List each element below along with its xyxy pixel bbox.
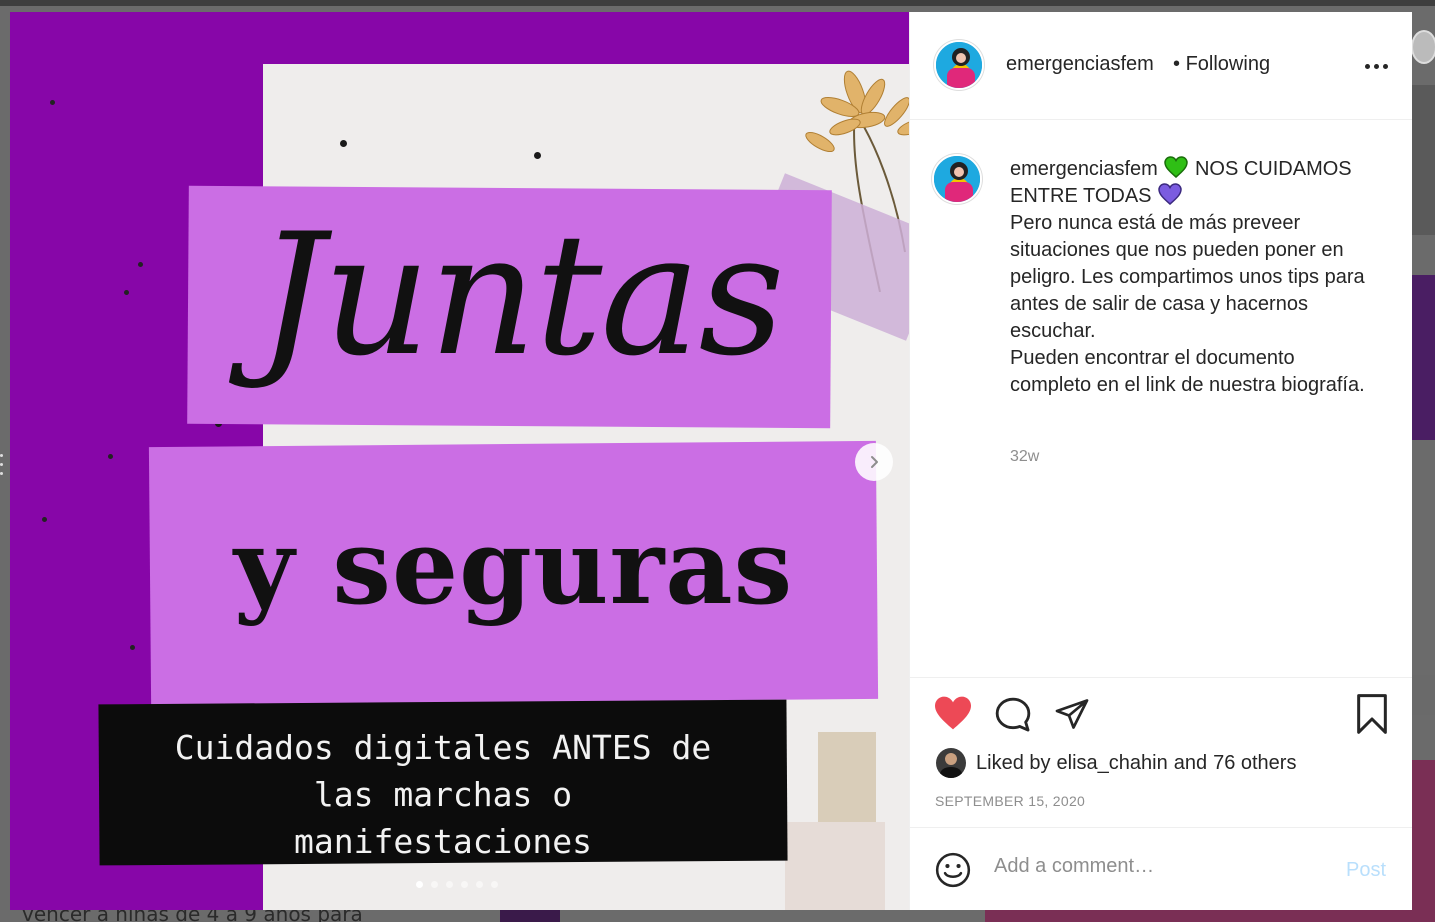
- post-side-panel: emergenciasfem • Following emergenciasfe…: [909, 12, 1412, 910]
- decor-dot: [138, 262, 143, 267]
- decor-dot: [340, 140, 347, 147]
- next-image-button[interactable]: [855, 443, 893, 481]
- share-icon[interactable]: [1053, 696, 1091, 732]
- liked-by-user-link[interactable]: elisa_chahin: [1057, 752, 1168, 775]
- caption-body: Pueden encontrar el documento completo e…: [1010, 347, 1365, 396]
- comment-bar: Post: [910, 829, 1412, 910]
- likes-summary: Liked by elisa_chahin and 76 others: [936, 748, 1296, 778]
- post-time-ago[interactable]: 32w: [1010, 448, 1039, 466]
- image-title-line1: Juntas: [257, 197, 785, 393]
- comment-icon[interactable]: [994, 696, 1032, 734]
- following-label: Following: [1185, 53, 1271, 75]
- follow-separator: •: [1173, 53, 1181, 75]
- avatar[interactable]: [934, 40, 984, 90]
- post-date[interactable]: SEPTEMBER 15, 2020: [935, 793, 1085, 809]
- post-header: emergenciasfem • Following: [910, 12, 1412, 120]
- carousel-dot: [491, 881, 498, 888]
- emoji-icon[interactable]: [934, 851, 972, 889]
- avatar[interactable]: [932, 154, 982, 204]
- caption-text: emergenciasfem NOS CUIDAMOS ENTRE TODAS …: [1010, 156, 1380, 399]
- purple-heart-icon: [1158, 183, 1182, 205]
- background-top-bar: [0, 0, 1435, 6]
- decor-dot: [50, 100, 55, 105]
- next-arrow-icon: [871, 456, 878, 468]
- carousel-dot: [431, 881, 438, 888]
- avatar[interactable]: [936, 748, 966, 778]
- carousel-indicator: [416, 881, 498, 888]
- comment-input[interactable]: [994, 855, 1314, 878]
- caption-body: Pero nunca está de más preveer situacion…: [1010, 212, 1365, 342]
- decor-dot: [108, 454, 113, 459]
- bookmark-icon[interactable]: [1355, 694, 1389, 734]
- decor-tape: [785, 822, 885, 910]
- green-heart-icon: [1164, 156, 1189, 178]
- background-avatar: [1411, 30, 1435, 64]
- username-link[interactable]: emergenciasfem: [1006, 53, 1154, 76]
- decor-dot: [534, 152, 541, 159]
- follow-status[interactable]: • Following: [1173, 53, 1270, 76]
- background-thumbnail: [1412, 85, 1435, 235]
- decor-dot: [124, 290, 129, 295]
- image-caption-line: Cuidados digitales ANTES de: [174, 728, 712, 767]
- heart-icon[interactable]: [933, 695, 973, 731]
- decor-dot: [42, 517, 47, 522]
- more-icon[interactable]: [1365, 64, 1388, 69]
- carousel-dot: [476, 881, 483, 888]
- decor-dot: [130, 645, 135, 650]
- background-thumbnail: [500, 910, 560, 922]
- background-thumbnail: [1412, 675, 1435, 715]
- post-image[interactable]: Juntas y seguras Cuidados digitales ANTE…: [10, 12, 909, 910]
- image-caption-line: las marchas o: [313, 775, 573, 814]
- image-caption: Cuidados digitales ANTES de las marchas …: [99, 724, 787, 865]
- post-modal: Juntas y seguras Cuidados digitales ANTE…: [10, 12, 1412, 910]
- caption-username-link[interactable]: emergenciasfem: [1010, 158, 1158, 180]
- likes-others-link[interactable]: 76 others: [1213, 752, 1296, 775]
- image-caption-line: manifestaciones: [293, 822, 592, 861]
- background-dots: [0, 448, 4, 488]
- carousel-dot: [461, 881, 468, 888]
- likes-prefix: Liked by: [976, 751, 1051, 774]
- image-title-line2: y seguras: [233, 505, 794, 628]
- carousel-dot-active: [416, 881, 423, 888]
- background-thumbnail: [985, 910, 1412, 922]
- caption-area: emergenciasfem NOS CUIDAMOS ENTRE TODAS …: [910, 120, 1412, 677]
- background-thumbnail: [1412, 760, 1435, 922]
- carousel-dot: [446, 881, 453, 888]
- post-comment-button[interactable]: Post: [1346, 859, 1386, 882]
- background-thumbnail: [1412, 275, 1435, 440]
- likes-joiner: and: [1173, 751, 1208, 774]
